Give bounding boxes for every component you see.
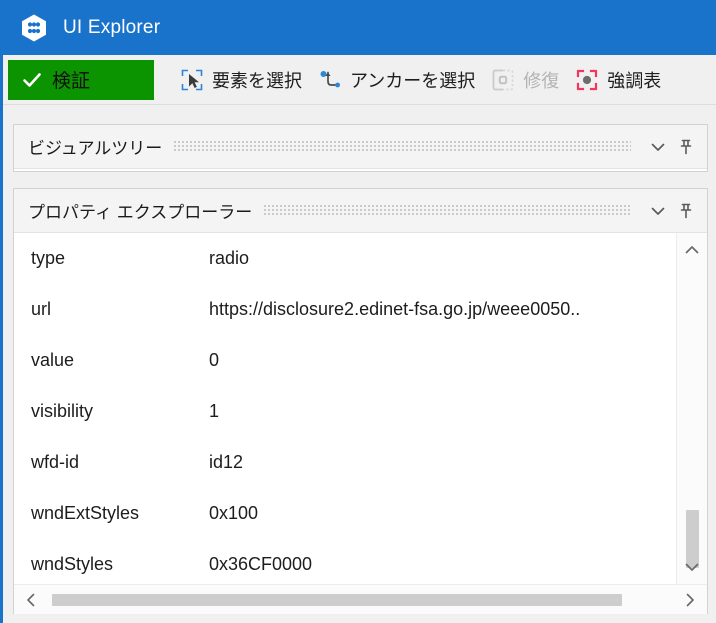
property-value: 0 [209,350,220,370]
title-bar: UI Explorer [0,0,716,55]
cursor-in-box-icon [179,67,205,93]
chevron-right-icon[interactable] [675,585,705,614]
repair-label: 修復 [523,70,560,91]
toolbar: 検証 要素を選択 アンカーを選択 修復 強調表 [3,55,716,105]
select-anchor-label: アンカーを選択 [350,70,476,91]
select-element-label: 要素を選択 [212,70,302,91]
header-dotted-separator [264,204,631,217]
property-value: 1 [209,401,220,421]
header-dotted-separator [174,140,631,153]
validate-button-label: 検証 [52,71,91,92]
property-explorer-panel-header: プロパティ エクスプローラー [14,189,707,233]
property-value: https://disclosure2.edinet-fsa.go.jp/wee… [209,299,581,319]
table-row[interactable]: wfd-id id12 [14,437,676,488]
property-explorer-panel-title: プロパティ エクスプローラー [28,203,253,222]
chevron-down-icon[interactable] [645,198,671,224]
highlight-brackets-icon [574,67,600,93]
property-name: value [31,350,75,370]
property-name: wndExtStyles [31,503,140,523]
property-value: radio [209,248,250,268]
pin-icon[interactable] [673,198,699,224]
window-title: UI Explorer [63,16,161,38]
property-name: wndStyles [31,554,114,574]
visual-tree-panel-title: ビジュアルツリー [28,139,163,158]
vertical-scrollbar[interactable] [676,233,707,584]
uipath-hex-logo-icon [19,13,49,43]
property-value: 0x36CF0000 [209,554,313,574]
property-grid-viewport: type radio url https://disclosure2.edine… [14,233,676,584]
validate-button[interactable]: 検証 [8,59,154,100]
horizontal-scrollbar[interactable] [14,584,707,614]
dashed-box-target-icon [490,67,516,93]
property-name: type [31,248,66,268]
visual-tree-panel: ビジュアルツリー [13,124,708,172]
repair-button[interactable]: 修復 [487,58,562,102]
highlight-button[interactable]: 強調表 [571,58,664,102]
property-name: url [31,299,52,319]
table-row[interactable]: visibility 1 [14,386,676,437]
property-value: id12 [209,452,244,472]
pin-icon[interactable] [673,134,699,160]
property-grid: type radio url https://disclosure2.edine… [14,233,707,614]
table-row[interactable]: url https://disclosure2.edinet-fsa.go.jp… [14,284,676,335]
table-row[interactable]: wndStyles 0x36CF0000 [14,539,676,584]
chevron-down-icon[interactable] [677,552,707,582]
anchor-point-icon [317,67,343,93]
table-row[interactable]: wndExtStyles 0x100 [14,488,676,539]
select-anchor-button[interactable]: アンカーを選択 [314,58,478,102]
visual-tree-panel-header: ビジュアルツリー [14,125,707,169]
property-value: 0x100 [209,503,259,523]
ui-explorer-window: UI Explorer 検証 要素を選択 アンカーを選択 修復 強調表 ビジュア… [0,0,716,623]
property-name: wfd-id [31,452,80,472]
horizontal-scrollbar-thumb[interactable] [52,594,622,606]
property-explorer-panel: プロパティ エクスプローラー type radio url https://di… [13,188,708,614]
highlight-label: 強調表 [607,70,662,91]
check-icon [22,70,42,90]
chevron-down-icon[interactable] [645,134,671,160]
property-name: visibility [31,401,94,421]
chevron-up-icon[interactable] [677,235,707,265]
table-row[interactable]: type radio [14,233,676,284]
chevron-left-icon[interactable] [16,585,46,614]
select-element-button[interactable]: 要素を選択 [176,58,305,102]
table-row[interactable]: value 0 [14,335,676,386]
